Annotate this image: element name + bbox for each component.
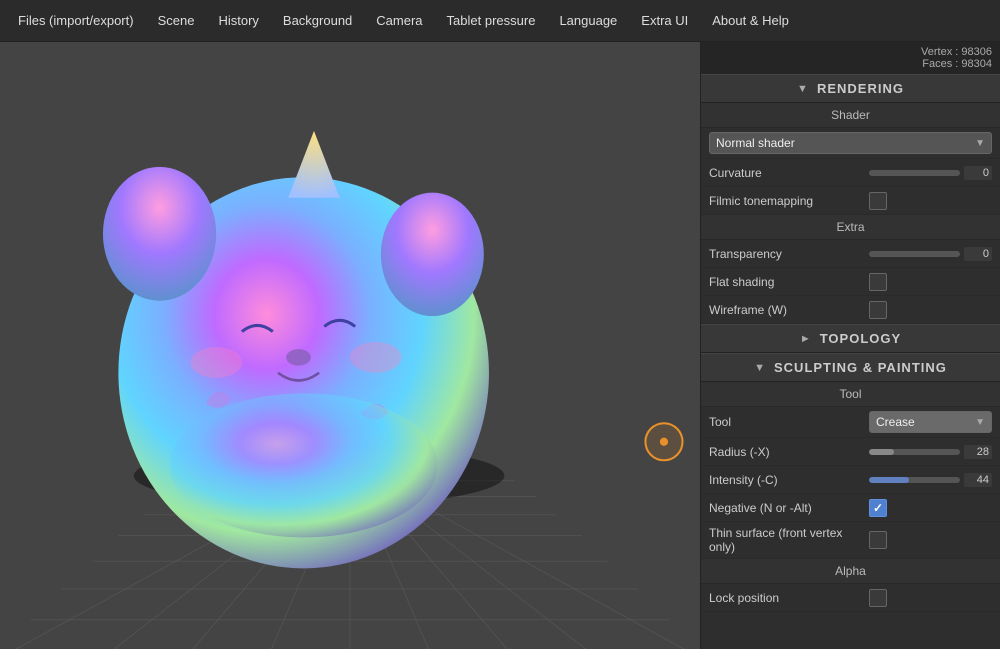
menu-about[interactable]: About & Help [702,7,799,34]
shader-value: Normal shader [716,136,795,150]
curvature-label: Curvature [709,166,869,180]
tool-dropdown[interactable]: Crease ▼ [869,411,992,433]
extra-sublabel: Extra [701,215,1000,240]
negative-checkbox-container: ✓ [869,499,992,517]
tool-dropdown-arrow-icon: ▼ [975,417,985,428]
negative-label: Negative (N or -Alt) [709,501,869,515]
filmic-label: Filmic tonemapping [709,194,869,208]
negative-checkmark: ✓ [873,501,883,515]
lock-position-label: Lock position [709,591,869,605]
menu-language[interactable]: Language [549,7,627,34]
topology-label: TOPOLOGY [820,331,901,346]
tool-label: Tool [709,415,869,429]
stats-bar: Vertex : 98306 Faces : 98304 [701,42,1000,74]
thin-surface-checkbox-container [869,531,992,549]
filmic-row: Filmic tonemapping [701,187,1000,215]
topology-arrow-icon: ► [800,333,812,345]
tool-row: Tool Crease ▼ [701,407,1000,438]
menu-extra-ui[interactable]: Extra UI [631,7,698,34]
thin-surface-row: Thin surface (front vertex only) [701,522,1000,559]
tool-sublabel: Tool [701,382,1000,407]
radius-label: Radius (-X) [709,445,869,459]
sculpting-section-header[interactable]: ▼ SCULPTING & PAINTING [701,353,1000,382]
lock-position-checkbox[interactable] [869,589,887,607]
menu-files[interactable]: Files (import/export) [8,7,144,34]
curvature-slider[interactable] [869,170,960,176]
curvature-num: 0 [964,166,992,180]
sculpting-label: SCULPTING & PAINTING [774,360,947,375]
radius-row: Radius (-X) 28 [701,438,1000,466]
sculpting-arrow-icon: ▼ [754,362,766,374]
transparency-slider[interactable] [869,251,960,257]
wireframe-label: Wireframe (W) [709,303,869,317]
shader-dropdown-arrow-icon: ▼ [975,138,985,149]
tool-value: Crease [876,415,915,429]
shader-dropdown-container: Normal shader ▼ [709,132,992,154]
topology-section-header[interactable]: ► TOPOLOGY [701,324,1000,353]
curvature-row: Curvature 0 [701,159,1000,187]
rendering-arrow-icon: ▼ [797,83,809,95]
shader-sublabel: Shader [701,103,1000,128]
menu-camera[interactable]: Camera [366,7,432,34]
intensity-row: Intensity (-C) 44 [701,466,1000,494]
flat-shading-row: Flat shading [701,268,1000,296]
main-area: Vertex : 98306 Faces : 98304 ▼ RENDERING… [0,42,1000,649]
filmic-checkbox[interactable] [869,192,887,210]
wireframe-checkbox[interactable] [869,301,887,319]
negative-row: Negative (N or -Alt) ✓ [701,494,1000,522]
intensity-label: Intensity (-C) [709,473,869,487]
flat-shading-label: Flat shading [709,275,869,289]
intensity-value-container: 44 [869,473,992,487]
rendering-label: RENDERING [817,81,904,96]
transparency-value-container: 0 [869,247,992,261]
intensity-num: 44 [964,473,992,487]
transparency-num: 0 [964,247,992,261]
faces-count: Faces : 98304 [709,58,992,70]
wireframe-checkbox-container [869,301,992,319]
thin-surface-label: Thin surface (front vertex only) [709,526,869,554]
shader-dropdown[interactable]: Normal shader ▼ [709,132,992,154]
vertex-count: Vertex : 98306 [709,46,992,58]
menu-background[interactable]: Background [273,7,362,34]
transparency-label: Transparency [709,247,869,261]
thin-surface-checkbox[interactable] [869,531,887,549]
lock-position-checkbox-container [869,589,992,607]
menu-tablet[interactable]: Tablet pressure [437,7,546,34]
radius-num: 28 [964,445,992,459]
filmic-checkbox-container [869,192,992,210]
radius-slider[interactable] [869,449,960,455]
transparency-row: Transparency 0 [701,240,1000,268]
flat-shading-checkbox[interactable] [869,273,887,291]
menu-history[interactable]: History [208,7,268,34]
curvature-value-container: 0 [869,166,992,180]
wireframe-row: Wireframe (W) [701,296,1000,324]
alpha-sublabel: Alpha [701,559,1000,584]
shader-row: Normal shader ▼ [701,128,1000,159]
model-svg [0,42,700,649]
menubar: Files (import/export)SceneHistoryBackgro… [0,0,1000,42]
lock-position-row: Lock position [701,584,1000,612]
radius-value-container: 28 [869,445,992,459]
right-panel: Vertex : 98306 Faces : 98304 ▼ RENDERING… [700,42,1000,649]
tool-dropdown-container: Crease ▼ [869,411,992,433]
viewport[interactable] [0,42,700,649]
rendering-section-header[interactable]: ▼ RENDERING [701,74,1000,103]
intensity-slider[interactable] [869,477,960,483]
flat-shading-checkbox-container [869,273,992,291]
negative-checkbox[interactable]: ✓ [869,499,887,517]
menu-scene[interactable]: Scene [148,7,205,34]
